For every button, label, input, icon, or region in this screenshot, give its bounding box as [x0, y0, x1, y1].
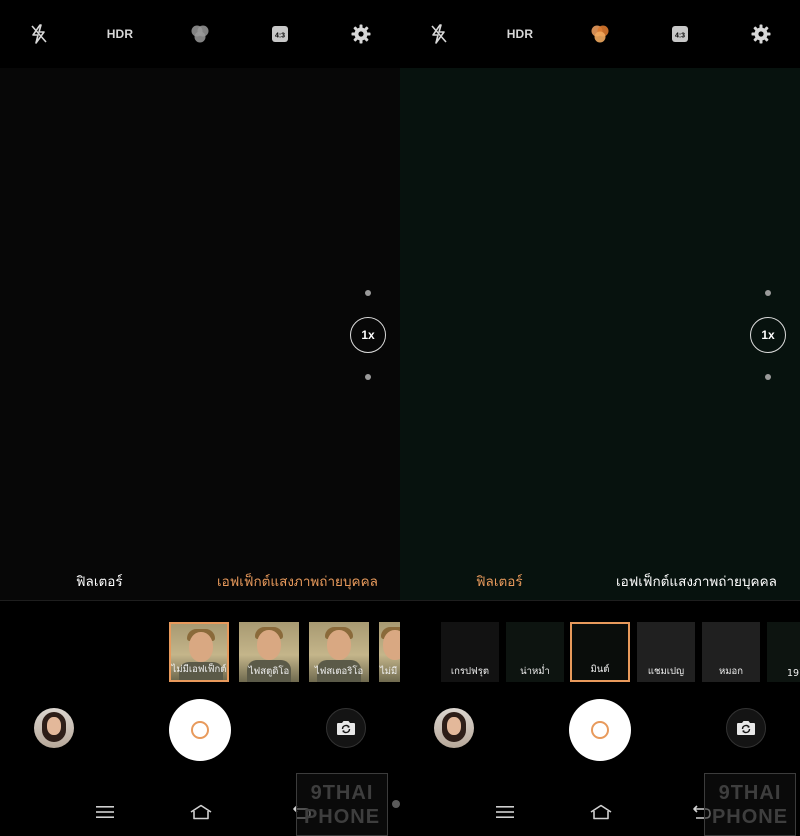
- effect-label: ไม่มีเอฟเฟ็กต์: [171, 664, 227, 675]
- shutter-ring: [191, 721, 209, 739]
- subject-face: [383, 630, 400, 660]
- filter-strip: เกรปฟรุต น่าหม่ำ มินต์ แชมเปญ หมอก 197: [400, 620, 800, 684]
- filter-label: มินต์: [590, 664, 610, 675]
- watermark-line1: 9THAI: [310, 782, 374, 804]
- filter-thumb[interactable]: หมอก: [702, 622, 760, 682]
- shutter-button[interactable]: [569, 699, 631, 761]
- zoom-dot: [365, 374, 371, 380]
- zoom-dot: [765, 290, 771, 296]
- zoom-button[interactable]: 1x: [350, 317, 386, 353]
- gallery-thumbnail[interactable]: [34, 708, 74, 748]
- gear-icon[interactable]: [347, 20, 375, 48]
- menu-icon[interactable]: [93, 802, 117, 822]
- ratio-label: 4:3: [275, 33, 285, 40]
- mode-tabs: ฟิลเตอร์ เอฟเฟ็กต์แสงภาพถ่ายบุคคล: [0, 570, 400, 594]
- subject-face: [327, 630, 351, 660]
- effect-thumb[interactable]: ไม่มี: [379, 622, 400, 682]
- top-toolbar: HDR 4:3: [400, 0, 800, 68]
- watermark-line2: PHONE: [303, 806, 381, 828]
- watermark-line2: PHONE: [711, 806, 789, 828]
- filter-thumb-selected[interactable]: มินต์: [570, 622, 630, 682]
- filter-thumb[interactable]: น่าหม่ำ: [506, 622, 564, 682]
- watermark-logo: 9THAI PHONE: [704, 773, 796, 836]
- shutter-ring: [591, 721, 609, 739]
- aspect-ratio-button[interactable]: 4:3: [266, 20, 294, 48]
- effect-strip: ไม่มีเอฟเฟ็กต์ ไฟสตูดิโอ ไฟสเตอริโอ ไม่ม…: [0, 620, 400, 684]
- gear-icon[interactable]: [747, 20, 775, 48]
- filter-label: 197: [787, 668, 800, 679]
- ratio-label: 4:3: [675, 33, 685, 40]
- camera-screen-filters: HDR 4:3 1x ฟิลเตอร์ เอฟเฟ็กต์แสงภาพถ่ายบ…: [400, 0, 800, 836]
- effect-label: ไฟสตูดิโอ: [248, 666, 290, 677]
- zoom-button[interactable]: 1x: [750, 317, 786, 353]
- switch-camera-icon[interactable]: [326, 708, 366, 748]
- filter-circles-icon[interactable]: [186, 20, 214, 48]
- divider: [400, 600, 800, 601]
- capture-row: [0, 699, 400, 764]
- camera-viewfinder[interactable]: [0, 68, 400, 600]
- mode-tabs: ฟิลเตอร์ เอฟเฟ็กต์แสงภาพถ่ายบุคคล: [400, 570, 800, 594]
- hdr-button[interactable]: HDR: [104, 20, 136, 48]
- aspect-ratio-button[interactable]: 4:3: [666, 20, 694, 48]
- hdr-label: HDR: [506, 27, 534, 41]
- filter-label: เกรปฟรุต: [450, 666, 490, 677]
- subject-face: [189, 632, 213, 662]
- filter-label: น่าหม่ำ: [520, 666, 550, 677]
- capture-row: [400, 699, 800, 764]
- hdr-button[interactable]: HDR: [504, 20, 536, 48]
- tab-filters[interactable]: ฟิลเตอร์: [76, 570, 123, 592]
- filter-thumb[interactable]: แชมเปญ: [637, 622, 695, 682]
- tab-filters[interactable]: ฟิลเตอร์: [476, 570, 523, 592]
- filter-thumb[interactable]: 197: [767, 622, 800, 682]
- effect-thumb[interactable]: ไฟสตูดิโอ: [239, 622, 299, 682]
- gallery-thumbnail[interactable]: [434, 708, 474, 748]
- filter-circles-icon[interactable]: [586, 20, 614, 48]
- hdr-label: HDR: [106, 27, 134, 41]
- filter-label: หมอก: [719, 666, 743, 677]
- subject-face: [47, 717, 61, 735]
- top-toolbar: HDR 4:3: [0, 0, 400, 68]
- zoom-dot: [765, 374, 771, 380]
- watermark-logo: 9THAI PHONE: [296, 773, 388, 836]
- home-icon[interactable]: [588, 802, 614, 822]
- effect-label: ไฟสเตอริโอ: [314, 666, 364, 677]
- tab-portrait-lighting[interactable]: เอฟเฟ็กต์แสงภาพถ่ายบุคคล: [217, 570, 378, 592]
- zoom-dot: [365, 290, 371, 296]
- flash-off-icon[interactable]: [25, 20, 53, 48]
- subject-face: [257, 630, 281, 660]
- watermark-line1: 9THAI: [718, 782, 782, 804]
- subject-face: [447, 717, 461, 735]
- effect-label: ไม่มี: [380, 666, 398, 677]
- zoom-label: 1x: [761, 328, 775, 342]
- shutter-button[interactable]: [169, 699, 231, 761]
- filter-thumb[interactable]: เกรปฟรุต: [441, 622, 499, 682]
- divider: [0, 600, 400, 601]
- flash-off-icon[interactable]: [425, 20, 453, 48]
- effect-thumb[interactable]: ไฟสเตอริโอ: [309, 622, 369, 682]
- camera-viewfinder[interactable]: [400, 68, 800, 600]
- watermark-dot: [392, 800, 400, 808]
- switch-camera-icon[interactable]: [726, 708, 766, 748]
- camera-screen-portrait-lighting: HDR 4:3 1x ฟิลเตอร์ เอฟเฟ็กต์แสงภาพถ่ายบ…: [0, 0, 400, 836]
- filter-label: แชมเปญ: [647, 666, 685, 677]
- zoom-label: 1x: [361, 328, 375, 342]
- menu-icon[interactable]: [493, 802, 517, 822]
- effect-thumb[interactable]: ไม่มีเอฟเฟ็กต์: [169, 622, 229, 682]
- home-icon[interactable]: [188, 802, 214, 822]
- tab-portrait-lighting[interactable]: เอฟเฟ็กต์แสงภาพถ่ายบุคคล: [616, 570, 777, 592]
